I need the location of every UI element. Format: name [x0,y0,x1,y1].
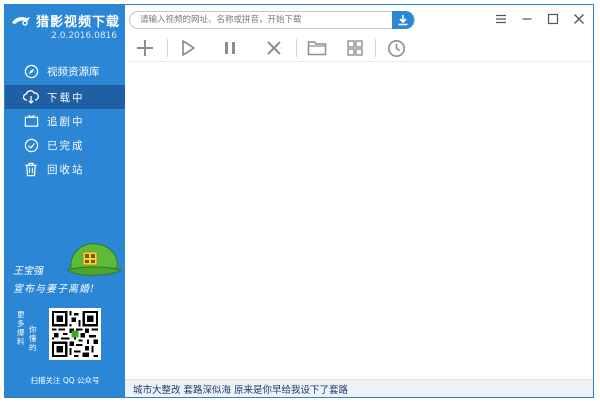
delete-icon [267,41,281,55]
window-controls [495,13,585,25]
folder-icon [307,41,327,56]
sidebar-item-label: 已完成 [47,139,85,152]
play-icon [182,40,195,56]
promo-side-text: 更多爆料 [17,310,25,346]
maximize-button[interactable] [547,13,559,25]
promo-headline: 王宝强 [13,266,43,277]
add-icon [137,40,153,56]
promo-caption: 扫描关注 QQ 公众号 [30,376,100,385]
clock-icon [387,39,405,57]
sidebar-item-recycle-bin[interactable]: 回收站 [5,157,125,181]
search-input[interactable] [140,13,380,27]
download-list[interactable] [127,61,593,379]
app-logo: 猎影视频下载 [11,11,120,30]
promo-banner[interactable]: 王宝强 宣布与妻子离婚! 更多爆料 你懂的 扫描关注 QQ 公众号 [5,240,125,395]
tv-icon [23,113,39,129]
sidebar: 猎影视频下载 2.0.2016.0816 视频资源库 下载中 追剧中 已完成 回… [5,5,125,397]
minimize-icon [522,18,532,20]
cap-icon [67,243,123,276]
open-folder-button[interactable] [305,36,329,60]
sidebar-item-resource-library[interactable]: 视频资源库 [5,61,125,81]
sidebar-item-label: 视频资源库 [47,65,100,78]
pause-icon [225,42,235,54]
toolbar-divider [167,39,168,57]
cloud-download-icon [23,89,39,105]
promo-subline: 宣布与妻子离婚! [13,284,96,295]
grid-view-button[interactable] [343,36,367,60]
sidebar-item-completed[interactable]: 已完成 [5,133,125,157]
menu-button[interactable] [495,13,507,25]
maximize-icon [547,13,559,25]
search-bar [129,11,415,29]
qr-code [49,308,101,360]
app-version: 2.0.2016.0816 [51,31,117,41]
schedule-button[interactable] [384,36,408,60]
news-ticker-link[interactable]: 城市大整改 套路深似海 原来是你早给我设下了套路 [133,382,348,396]
delete-button[interactable] [262,36,286,60]
start-button[interactable] [176,36,200,60]
promo-side-text-2: 你懂的 [29,325,37,352]
app-title: 猎影视频下载 [36,15,121,30]
sidebar-item-label: 回收站 [47,163,85,176]
close-icon [574,14,584,24]
download-icon [398,15,408,26]
app-window: 猎影视频下载 2.0.2016.0816 视频资源库 下载中 追剧中 已完成 回… [4,4,594,398]
sidebar-item-downloading[interactable]: 下载中 [5,85,125,109]
sidebar-item-label: 追剧中 [47,115,85,128]
status-bar: 城市大整改 套路深似海 原来是你早给我设下了套路 [125,379,593,397]
trash-icon [23,161,39,177]
sidebar-item-following[interactable]: 追剧中 [5,109,125,133]
sidebar-nav: 视频资源库 下载中 追剧中 已完成 回收站 [5,61,125,181]
close-button[interactable] [573,13,585,25]
compass-icon [23,63,39,79]
minimize-button[interactable] [521,13,533,25]
sidebar-item-label: 下载中 [47,91,85,104]
check-circle-icon [23,137,39,153]
qr-code-icon [52,311,98,357]
app-logo-icon [12,16,30,26]
add-button[interactable] [133,36,157,60]
toolbar [125,35,408,61]
pause-button[interactable] [218,36,242,60]
toolbar-divider [296,39,297,57]
menu-icon [496,14,506,24]
grid-view-icon [347,40,363,56]
download-button[interactable] [392,11,414,29]
toolbar-divider [375,39,376,57]
main-panel: 城市大整改 套路深似海 原来是你早给我设下了套路 [125,5,593,397]
